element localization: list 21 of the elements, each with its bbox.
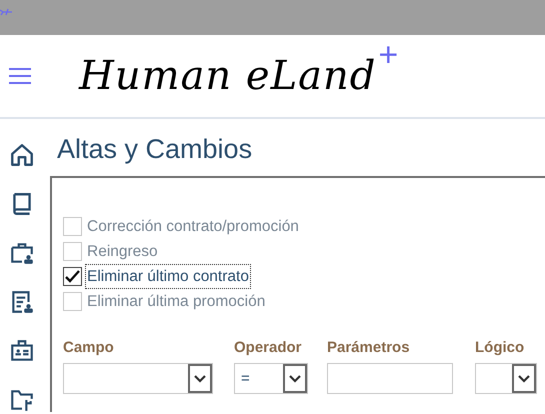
checkbox[interactable] [63,267,82,286]
select-field[interactable]: = [234,363,308,394]
chevron-down-icon [518,374,530,382]
input-field[interactable] [327,363,453,394]
chevron-down-icon [194,374,206,382]
home-icon[interactable] [8,141,34,169]
select-field[interactable] [63,363,213,394]
menu-button[interactable] [9,65,31,87]
logo-text: Human eLand [79,52,376,101]
logo-plus: + [378,38,398,72]
checkbox-label: Eliminar último contrato [85,264,251,290]
chevron-down-icon [289,374,301,382]
field-label: Operador [234,338,303,358]
checkbox-label: Eliminar última promoción [86,292,266,312]
checkbox-label: Reingreso [86,242,159,262]
field-label: Lógico [475,338,526,358]
checkbox-label: Corrección contrato/promoción [86,216,300,237]
page-title: Altas y Cambios [57,133,254,166]
select-field[interactable] [475,363,537,394]
field-label: Parámetros [327,338,411,358]
field-label: Campo [63,338,115,358]
